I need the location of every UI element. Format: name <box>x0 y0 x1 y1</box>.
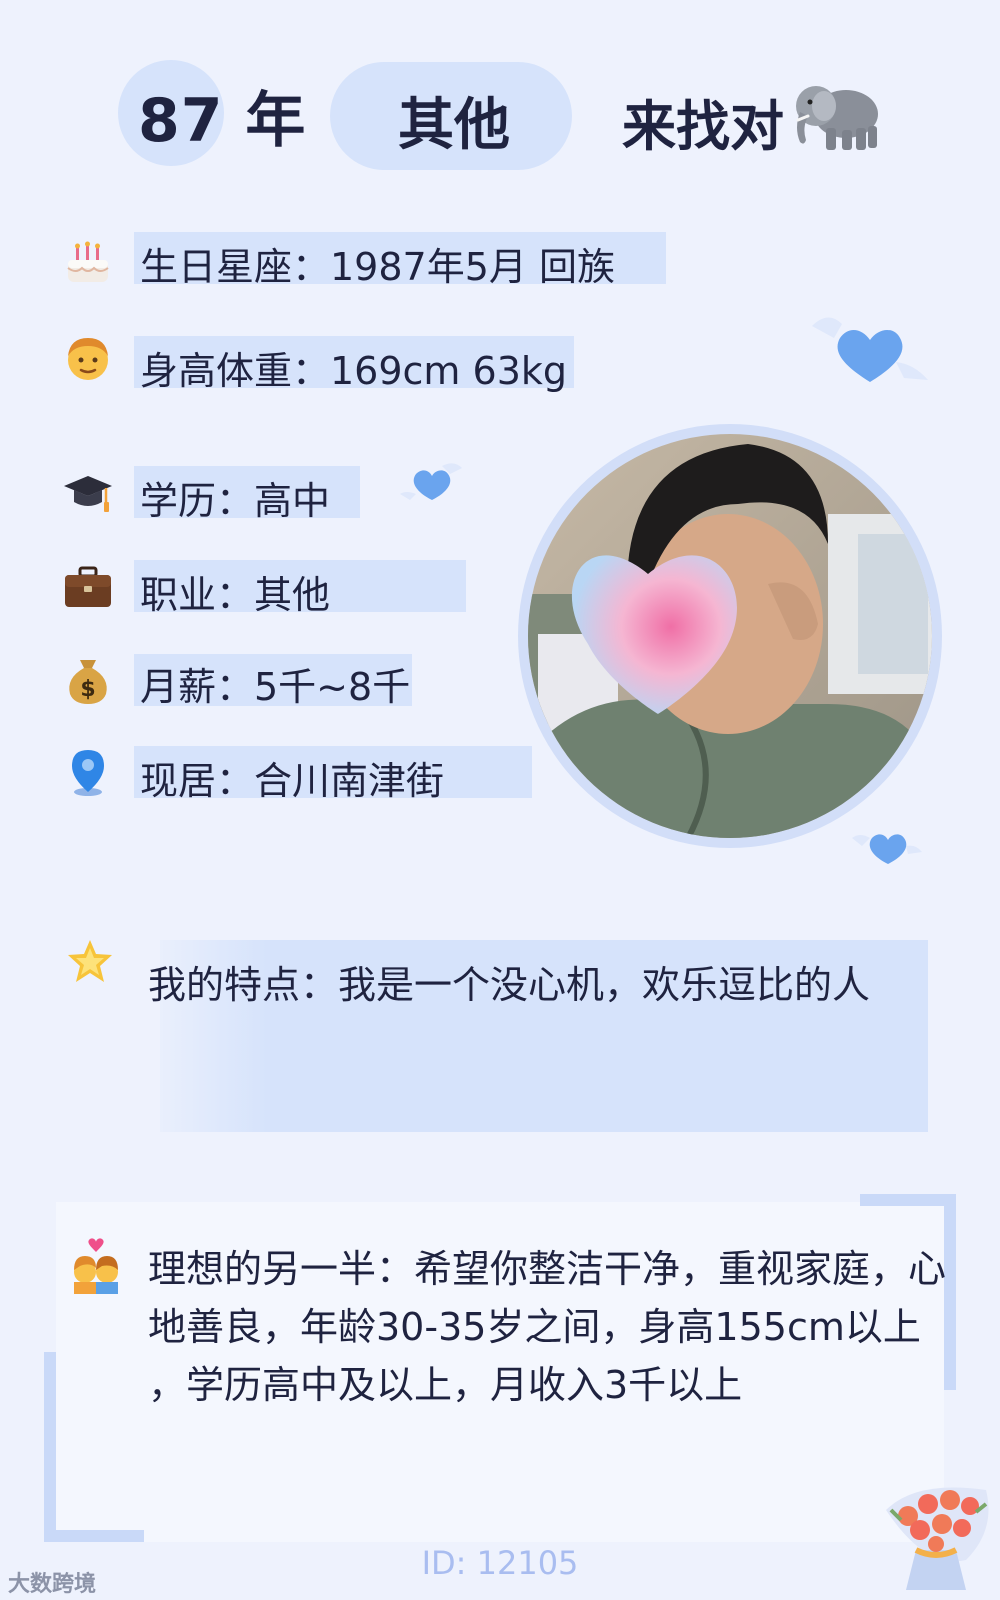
watermark: 大数跨境 <box>8 1572 97 1597</box>
bracket-bottom-left <box>44 1352 144 1542</box>
residence-text: 现居：合川南津街 <box>140 759 445 803</box>
location-pin-icon <box>72 750 104 796</box>
star-icon <box>68 940 112 982</box>
man-face-icon <box>68 338 108 380</box>
svg-text:$: $ <box>80 677 95 702</box>
couple-icon <box>74 1238 118 1294</box>
occupation-text: 职业：其他 <box>140 573 331 617</box>
birth-year-label: 87 年 <box>138 86 307 156</box>
graduation-cap-icon <box>64 476 112 512</box>
ideal-partner-line: 地善良，年龄30-35岁之间，身高155cm以上 <box>148 1305 921 1349</box>
ideal-partner-line: 理想的另一半：希望你整洁干净，重视家庭，心 <box>148 1247 947 1291</box>
heart-icon <box>400 463 462 500</box>
salary-text: 月薪：5千~8千 <box>140 665 411 709</box>
cake-icon <box>67 241 109 282</box>
profile-id: ID: 12105 <box>421 1544 579 1582</box>
profile-photo <box>528 434 932 838</box>
briefcase-icon <box>65 566 111 607</box>
education-text: 学历：高中 <box>140 479 331 523</box>
heart-icon <box>852 834 922 864</box>
seeking-label: 来找对 <box>622 95 784 158</box>
height-weight-text: 身高体重：169cm 63kg <box>140 349 567 393</box>
heart-icon <box>812 317 928 382</box>
birthday-text: 生日星座：1987年5月 回族 <box>140 245 615 289</box>
ideal-partner-line: ，学历高中及以上，月收入3千以上 <box>148 1363 743 1407</box>
ideal-partner-text: 理想的另一半：希望你整洁干净，重视家庭，心 地善良，年龄30-35岁之间，身高1… <box>148 1240 947 1414</box>
traits-text: 我的特点：我是一个没心机，欢乐逗比的人 <box>148 963 871 1007</box>
money-bag-icon: $ <box>69 660 107 704</box>
occupation-label: 其他 <box>398 93 510 158</box>
elephant-icon <box>796 86 878 150</box>
